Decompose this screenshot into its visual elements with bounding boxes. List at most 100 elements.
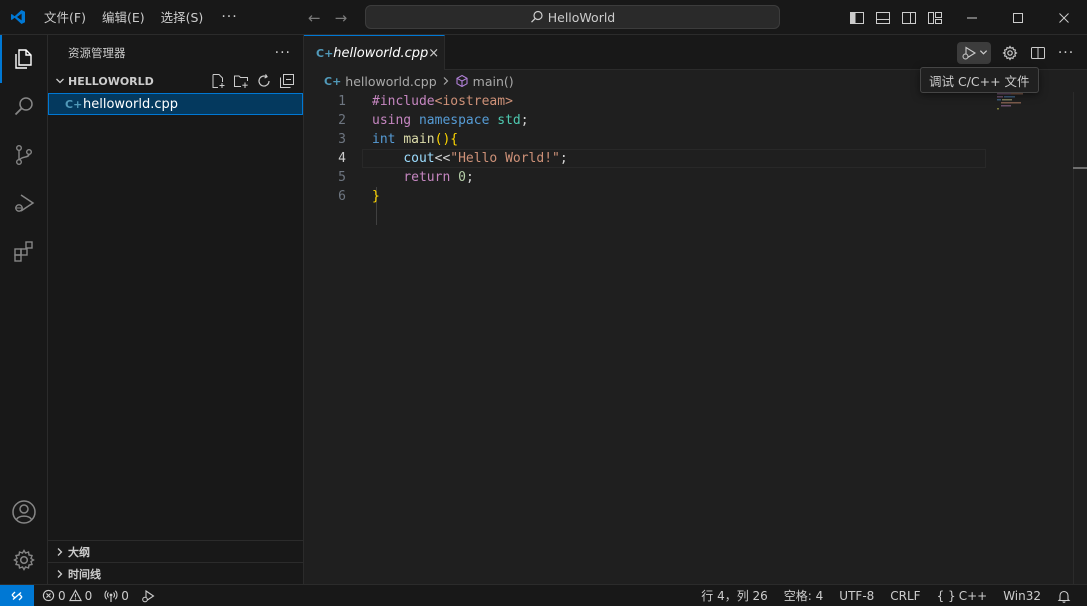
code-token: ; [520, 113, 529, 128]
menu-bar: 文件(F) 编辑(E) 选择(S) ··· [36, 0, 248, 35]
code-text: int main(){ [346, 130, 458, 149]
code-token: return [403, 170, 451, 185]
cpp-file-icon: C+ [324, 74, 342, 88]
remote-indicator-icon[interactable] [0, 584, 34, 606]
explorer-icon[interactable] [0, 35, 48, 83]
outline-section[interactable]: 大纲 [48, 540, 303, 562]
menu-edit[interactable]: 编辑(E) [94, 0, 153, 35]
explorer-header: 资源管理器 ··· [48, 35, 303, 70]
maximize-icon[interactable] [995, 0, 1041, 35]
line-number: 5 [338, 170, 346, 185]
debug-cpp-file-button[interactable] [957, 41, 991, 64]
indentation[interactable]: 空格: 4 [776, 585, 832, 606]
breadcrumb-symbol[interactable]: main() [473, 74, 514, 89]
command-center-label: HelloWorld [547, 9, 616, 25]
cursor-position[interactable]: 行 4，列 26 [693, 585, 776, 606]
toggle-primary-sidebar-icon[interactable] [848, 9, 865, 26]
code-token: { [450, 132, 459, 147]
cpp-file-icon: C+ [65, 97, 83, 111]
error-count: 0 [58, 588, 66, 603]
breadcrumb-file[interactable]: helloworld.cpp [345, 74, 436, 89]
new-folder-icon[interactable] [232, 73, 249, 90]
cpp-configuration[interactable]: Win32 [995, 585, 1049, 606]
manage-gear-icon[interactable] [0, 536, 48, 584]
refresh-icon[interactable] [255, 73, 272, 90]
code-token: } [372, 189, 380, 204]
code-token: std [497, 113, 521, 128]
accounts-icon[interactable] [0, 488, 48, 536]
chevron-right-icon [52, 547, 68, 557]
close-window-icon[interactable] [1041, 0, 1087, 35]
notifications-bell-icon[interactable] [1049, 585, 1079, 606]
editor-tabs: C+ helloworld.cpp × ··· [304, 35, 1087, 70]
close-tab-icon[interactable]: × [428, 46, 439, 61]
timeline-section[interactable]: 时间线 [48, 562, 303, 584]
back-arrow-icon[interactable]: ← [308, 9, 321, 27]
toggle-panel-icon[interactable] [874, 9, 891, 26]
code-editor[interactable]: 1 #include<iostream> 2 using namespace std;… [304, 92, 994, 225]
scrollbar-cursor-marker [1073, 167, 1087, 169]
customize-layout-icon[interactable] [926, 9, 943, 26]
forward-arrow-icon[interactable]: → [335, 9, 348, 27]
broadcast-icon [104, 589, 118, 602]
code-line[interactable]: 4 cout<<"Hello World!"; [304, 149, 994, 168]
menu-selection[interactable]: 选择(S) [153, 0, 212, 35]
file-encoding[interactable]: UTF-8 [831, 585, 882, 606]
search-view-icon[interactable] [0, 83, 48, 131]
warning-icon [68, 589, 82, 602]
debug-tooltip: 调试 C/C++ 文件 [920, 67, 1039, 93]
timeline-label: 时间线 [68, 567, 101, 581]
line-number: 2 [338, 113, 346, 128]
launch-debug-status-icon[interactable] [135, 585, 161, 606]
code-token: using [372, 113, 412, 128]
source-control-icon[interactable] [0, 131, 48, 179]
menu-file[interactable]: 文件(F) [36, 0, 94, 35]
code-line[interactable]: 3 int main(){ [304, 130, 994, 149]
layout-controls [848, 0, 943, 35]
file-item-helloworld[interactable]: C+ helloworld.cpp [48, 93, 303, 115]
explorer-title: 资源管理器 [68, 45, 126, 60]
collapse-all-icon[interactable] [278, 73, 295, 90]
extensions-icon[interactable] [0, 227, 48, 275]
editor-area: C+ helloworld.cpp × ··· C+ helloworld.cp… [304, 35, 1087, 584]
end-of-line[interactable]: CRLF [882, 585, 928, 606]
line-number: 6 [338, 189, 346, 204]
status-bar: 0 0 0 行 4，列 26 空格: 4 UTF-8 CRLF { } C++ … [0, 584, 1087, 606]
menu-more-icon[interactable]: ··· [211, 0, 247, 35]
tab-label: helloworld.cpp [333, 45, 429, 61]
toggle-secondary-sidebar-icon[interactable] [900, 9, 917, 26]
code-token: () [434, 132, 451, 147]
cpp-file-icon: C+ [316, 46, 334, 60]
code-line[interactable]: 5 return 0; [304, 168, 994, 187]
folder-helloworld[interactable]: HELLOWORLD [48, 70, 303, 92]
file-name: helloworld.cpp [83, 96, 178, 112]
method-symbol-icon [456, 74, 468, 88]
problems-indicator[interactable]: 0 0 [34, 585, 98, 606]
code-line[interactable]: 2 using namespace std; [304, 111, 994, 130]
code-token: 0 [458, 170, 466, 185]
title-bar: 文件(F) 编辑(E) 选择(S) ··· ← → HelloWorld [0, 0, 1087, 35]
outline-label: 大纲 [68, 545, 90, 559]
status-bar-right: 行 4，列 26 空格: 4 UTF-8 CRLF { } C++ Win32 [693, 585, 1087, 606]
language-mode[interactable]: { } C++ [929, 585, 996, 606]
more-actions-icon[interactable]: ··· [1057, 44, 1075, 62]
folder-name: HELLOWORLD [68, 74, 154, 88]
minimize-icon[interactable] [949, 0, 995, 35]
minimap[interactable] [993, 92, 1073, 112]
code-token: main [403, 132, 435, 147]
tab-helloworld-cpp[interactable]: C+ helloworld.cpp × [304, 35, 445, 70]
new-file-icon[interactable] [209, 73, 226, 90]
settings-gear-icon[interactable] [1001, 44, 1019, 62]
code-token: <iostream> [434, 94, 513, 109]
code-line[interactable]: 6} [304, 187, 994, 206]
command-center-search[interactable]: HelloWorld [365, 5, 780, 29]
run-and-debug-icon[interactable] [0, 179, 48, 227]
code-token: ; [465, 170, 474, 185]
editor-scrollbar[interactable] [1073, 92, 1087, 584]
ports-indicator[interactable]: 0 [98, 585, 135, 606]
code-line[interactable]: 1 #include<iostream> [304, 92, 994, 111]
split-editor-icon[interactable] [1029, 44, 1047, 62]
explorer-more-icon[interactable]: ··· [275, 45, 291, 61]
